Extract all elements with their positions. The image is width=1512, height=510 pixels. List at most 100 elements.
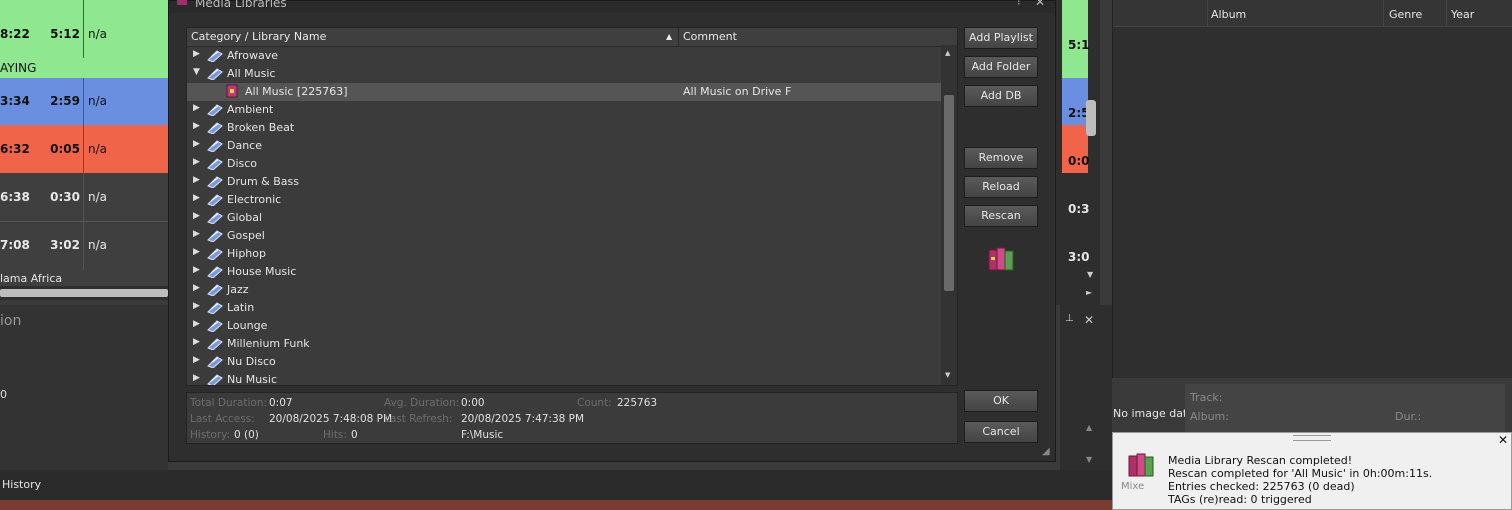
expand-arrow-icon[interactable]: ▶ <box>193 301 200 311</box>
expand-arrow-icon[interactable]: ▶ <box>193 157 200 167</box>
category-item[interactable]: ▶ Disco <box>187 155 941 173</box>
expand-arrow-icon[interactable]: ▶ <box>193 247 200 257</box>
expand-arrow-icon[interactable]: ▶ <box>193 283 200 293</box>
scroll-down-icon[interactable]: ▼ <box>1086 455 1092 464</box>
collapse-arrow-icon[interactable]: ▼ <box>193 67 200 77</box>
item-comment: All Music on Drive F <box>683 85 792 98</box>
expand-arrow-icon[interactable]: ▶ <box>193 265 200 275</box>
scroll-down-icon[interactable]: ▼ <box>945 371 950 379</box>
scrollbar-thumb[interactable] <box>944 95 954 291</box>
item-label: Millenium Funk <box>227 337 310 350</box>
add-folder-button[interactable]: Add Folder <box>964 56 1038 78</box>
column-divider <box>83 0 84 58</box>
expand-arrow-icon[interactable]: ▶ <box>193 373 200 383</box>
expand-arrow-icon[interactable]: ▶ <box>193 175 200 185</box>
drag-handle[interactable] <box>1293 435 1331 441</box>
scroll-up-icon[interactable]: ▲ <box>1086 423 1092 432</box>
scroll-down-icon[interactable]: ▼ <box>1087 270 1093 279</box>
category-item[interactable]: ▶ Global <box>187 209 941 227</box>
expand-arrow-icon[interactable]: ▶ <box>193 193 200 203</box>
track-fields: Track: Album: Dur.: <box>1185 384 1505 432</box>
avg-duration-label: Avg. Duration: <box>384 397 460 409</box>
category-item[interactable]: ▶ Hiphop <box>187 245 941 263</box>
column-header-name[interactable]: Category / Library Name <box>191 30 326 43</box>
expand-arrow-icon[interactable]: ▶ <box>193 121 200 131</box>
reload-button[interactable]: Reload <box>964 176 1038 198</box>
row-duration: 0:05 <box>50 142 80 156</box>
item-label: Afrowave <box>227 49 279 62</box>
category-item[interactable]: ▶ Drum & Bass <box>187 173 941 191</box>
close-icon[interactable]: ✕ <box>1498 433 1508 447</box>
tree-header: Category / Library Name ▲ Comment <box>187 28 957 47</box>
expand-arrow-icon[interactable]: ▶ <box>193 355 200 365</box>
category-book-icon <box>207 318 223 333</box>
category-item[interactable]: ▶ Latin <box>187 299 941 317</box>
tree-vertical-scrollbar[interactable]: ▲ ▼ <box>941 45 957 385</box>
column-divider <box>83 173 84 221</box>
playlist-row[interactable]: 6:32 0:05 n/a <box>0 125 168 173</box>
expand-arrow-icon[interactable]: ▶ <box>193 103 200 113</box>
scroll-up-icon[interactable]: ▲ <box>945 49 950 57</box>
library-db-icon <box>225 84 241 98</box>
category-item[interactable]: ▶ Jazz <box>187 281 941 299</box>
rescan-notification[interactable]: ✕ Mixe Media Library Rescan completed! R… <box>1112 432 1512 510</box>
scroll-right-icon[interactable]: ► <box>1086 288 1092 297</box>
playlist-row[interactable]: 3:34 2:59 n/a <box>0 78 168 125</box>
category-item[interactable]: ▶ Nu Music <box>187 371 941 385</box>
pin-icon[interactable]: ⁝ <box>1017 0 1021 8</box>
category-item[interactable]: ▶ Afrowave <box>187 47 941 65</box>
category-item[interactable]: ▶ Broken Beat <box>187 119 941 137</box>
expand-arrow-icon[interactable]: ▶ <box>193 319 200 329</box>
column-header-year[interactable]: Year <box>1451 8 1474 21</box>
rescan-button[interactable]: Rescan <box>964 205 1038 227</box>
expand-arrow-icon[interactable]: ▶ <box>193 229 200 239</box>
column-divider <box>83 222 84 270</box>
scrollbar-thumb[interactable] <box>1086 100 1096 136</box>
category-item[interactable]: ▼ All Music <box>187 65 941 83</box>
item-label: All Music <box>227 67 276 80</box>
horizontal-scrollbar[interactable] <box>0 286 168 300</box>
expand-arrow-icon[interactable]: ▶ <box>193 49 200 59</box>
cancel-button[interactable]: Cancel <box>964 421 1038 443</box>
item-label: Dance <box>227 139 262 152</box>
playlist-row[interactable]: 7:08 3:02 n/a lama Africa <box>0 222 168 286</box>
category-book-icon <box>207 174 223 189</box>
item-label: Drum & Bass <box>227 175 299 188</box>
scrollbar-thumb[interactable] <box>0 289 168 297</box>
playlist-row[interactable]: 8:22 5:12 n/a AYING <box>0 0 168 78</box>
close-icon[interactable]: ✕ <box>1084 313 1094 327</box>
item-label: Nu Disco <box>227 355 276 368</box>
section-title: ion <box>0 313 22 329</box>
category-item[interactable]: ▶ House Music <box>187 263 941 281</box>
category-book-icon <box>207 246 223 261</box>
library-item[interactable]: All Music [225763] All Music on Drive F <box>187 83 941 101</box>
category-item[interactable]: ▶ Electronic <box>187 191 941 209</box>
column-header-genre[interactable]: Genre <box>1389 8 1422 21</box>
track-title-label: lama Africa <box>0 272 63 285</box>
column-header-comment[interactable]: Comment <box>683 30 737 43</box>
column-header-album[interactable]: Album <box>1211 8 1246 21</box>
category-item[interactable]: ▶ Nu Disco <box>187 353 941 371</box>
category-item[interactable]: ▶ Millenium Funk <box>187 335 941 353</box>
expand-arrow-icon[interactable]: ▶ <box>193 139 200 149</box>
category-item[interactable]: ▶ Ambient <box>187 101 941 119</box>
playlist-row[interactable]: 6:38 0:30 n/a <box>0 173 168 222</box>
ok-button[interactable]: OK <box>964 390 1038 412</box>
remove-button[interactable]: Remove <box>964 147 1038 169</box>
pin-icon[interactable]: ⊥ <box>1065 313 1074 324</box>
history-tab[interactable]: History <box>2 478 41 491</box>
resize-grip-icon[interactable]: ◢ <box>1042 446 1050 457</box>
category-item[interactable]: ▶ Lounge <box>187 317 941 335</box>
item-label: Broken Beat <box>227 121 295 134</box>
add-playlist-button[interactable]: Add Playlist <box>964 27 1038 49</box>
expand-arrow-icon[interactable]: ▶ <box>193 211 200 221</box>
category-item[interactable]: ▶ Gospel <box>187 227 941 245</box>
item-label: Ambient <box>227 103 274 116</box>
close-icon[interactable]: ✕ <box>1035 0 1045 9</box>
deck-time: 3:0 <box>1068 250 1090 264</box>
add-db-button[interactable]: Add DB <box>964 85 1038 107</box>
item-label: Global <box>227 211 263 224</box>
expand-arrow-icon[interactable]: ▶ <box>193 337 200 347</box>
category-item[interactable]: ▶ Dance <box>187 137 941 155</box>
total-duration-value: 0:07 <box>269 397 293 409</box>
